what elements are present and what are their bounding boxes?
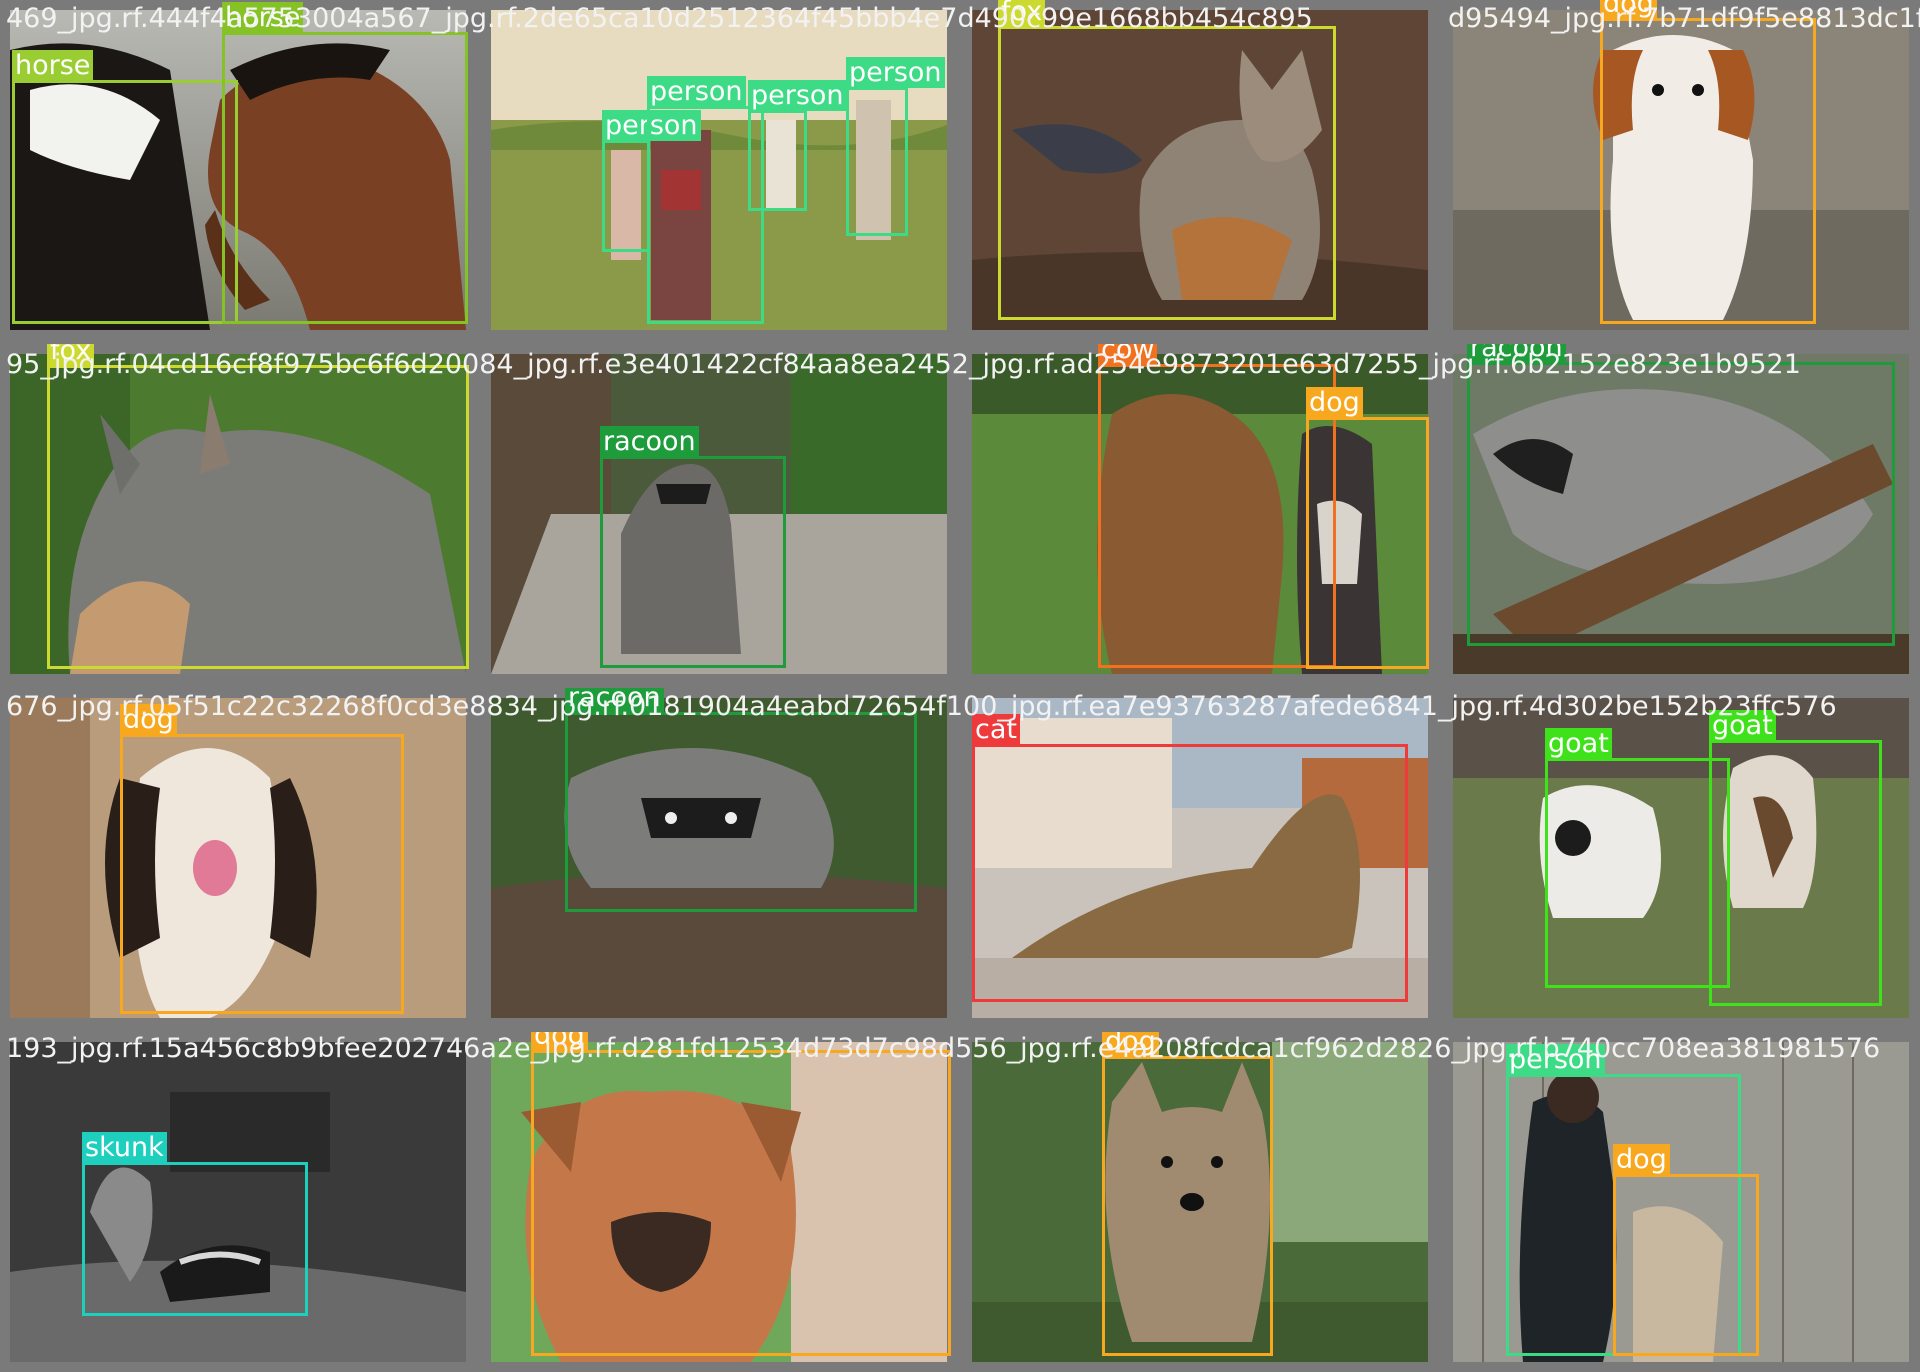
tile-racoon: racoon (481, 688, 957, 1028)
bbox-label: dog (1306, 387, 1363, 418)
tile-fox: fox (962, 0, 1438, 340)
tile-dog: dog (962, 1032, 1438, 1372)
bbox-skunk: skunk (82, 1132, 308, 1316)
bbox-cat: cat (972, 714, 1408, 1002)
bbox-dog: dog (531, 1032, 951, 1356)
detection-mosaic: horse horse person person person person … (0, 0, 1920, 1372)
filename-row-3: 676_jpg.rf.05f51c22c32268f0cd3e8834_jpg.… (6, 691, 1837, 722)
bbox-person: person (748, 80, 847, 211)
filename-row-2: 95_jpg.rf.04cd16cf8f975bc6f6d20084_jpg.r… (6, 349, 1801, 380)
tile-goats: goat goat (1443, 688, 1919, 1028)
bbox-label: person (748, 80, 847, 111)
bbox-fox: fox (998, 0, 1336, 320)
bbox-cow: cow (1098, 344, 1336, 668)
bbox-horse: horse (12, 50, 238, 324)
bbox-goat: goat (1709, 710, 1882, 1006)
bbox-label: skunk (82, 1132, 167, 1163)
bbox-person: person (602, 110, 701, 252)
bbox-label: dog (1613, 1144, 1670, 1175)
bbox-dog: dog (1306, 387, 1429, 669)
bbox-label: racoon (600, 426, 699, 457)
bbox-label: person (647, 76, 746, 107)
bbox-label: horse (12, 50, 94, 81)
tile-person-dog: person dog (1443, 1032, 1919, 1372)
tile-people: person person person person (481, 0, 957, 340)
bbox-person: person (846, 57, 945, 236)
bbox-dog: dog (1102, 1032, 1273, 1356)
tile-horse: horse horse (0, 0, 476, 340)
filename-row-1: 469_jpg.rf.444f4a5753004a567_jpg.rf.2de6… (6, 3, 1313, 34)
tile-dog: dog (0, 688, 476, 1028)
tile-cow-dog: cow dog (962, 344, 1438, 684)
bbox-label: goat (1545, 728, 1612, 759)
tile-racoon: racoon (481, 344, 957, 684)
bbox-dog: dog (120, 704, 404, 1014)
tile-racoon: racoon (1443, 344, 1919, 684)
filename-row-4: 193_jpg.rf.15a456c8b9bfee202746a2e_jpg.r… (6, 1033, 1881, 1064)
tile-fox: fox (0, 344, 476, 684)
bbox-racoon: racoon (565, 688, 917, 912)
bbox-horse: horse (222, 2, 468, 324)
bbox-dog: dog (1613, 1144, 1759, 1356)
bbox-racoon: racoon (1467, 344, 1895, 646)
tile-dog: dog (1443, 0, 1919, 340)
tile-dog: dog (481, 1032, 957, 1372)
bbox-dog: dog (1600, 0, 1816, 324)
bbox-goat: goat (1545, 728, 1730, 988)
bbox-fox: fox (47, 344, 469, 669)
bbox-racoon: racoon (600, 426, 786, 668)
tile-cat: cat (962, 688, 1438, 1028)
bbox-label: person (846, 57, 945, 88)
tile-skunk: skunk (0, 1032, 476, 1372)
bbox-person: person (647, 76, 764, 324)
filename-row-1-right: d95494_jpg.rf.7b71df9f5e8813dc1f7f2d (1448, 3, 1920, 34)
